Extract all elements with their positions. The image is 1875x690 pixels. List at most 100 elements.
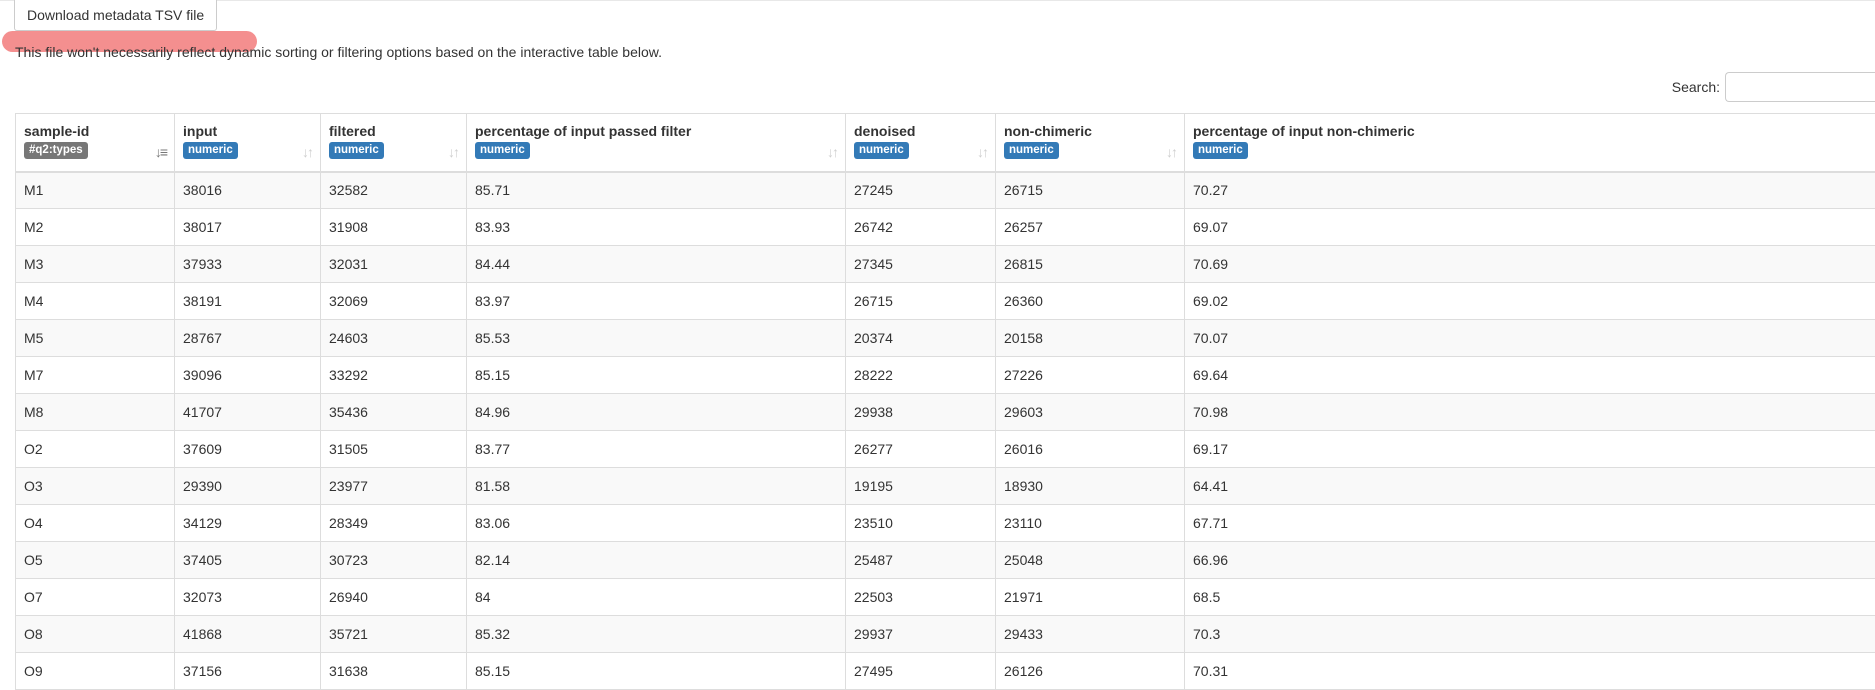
table-cell: 23977: [321, 468, 467, 505]
table-cell: 29938: [846, 394, 996, 431]
sort-both-icon[interactable]: ↓↑: [1166, 144, 1176, 160]
column-header-denoised[interactable]: denoisednumeric↓↑: [846, 114, 996, 172]
table-cell: O7: [16, 579, 175, 616]
table-cell: 19195: [846, 468, 996, 505]
table-cell: 83.93: [467, 209, 846, 246]
table-cell: 85.15: [467, 653, 846, 690]
table-cell: 70.31: [1185, 653, 1875, 690]
column-type-badge: numeric: [1004, 142, 1059, 159]
table-cell: 38016: [175, 172, 321, 209]
table-row: O4341292834983.06235102311067.71: [16, 505, 1875, 542]
column-header-filtered[interactable]: filtered numeric ↓↑: [321, 114, 467, 172]
table-row: M8417073543684.96299382960370.98: [16, 394, 1875, 431]
sort-both-icon[interactable]: ↓↑: [302, 144, 312, 160]
table-cell: O9: [16, 653, 175, 690]
table-cell: 26126: [996, 653, 1185, 690]
table-cell: 84.96: [467, 394, 846, 431]
table-cell: 29390: [175, 468, 321, 505]
column-header-percentage-of-input-passed-filter[interactable]: percentage of input passed filternumeric…: [467, 114, 846, 172]
table-cell: 26940: [321, 579, 467, 616]
column-type-badge: numeric: [329, 142, 384, 159]
table-cell: 70.69: [1185, 246, 1875, 283]
table-cell: 27226: [996, 357, 1185, 394]
table-cell: 26742: [846, 209, 996, 246]
table-cell: O2: [16, 431, 175, 468]
column-header-sample-id[interactable]: sample-id#q2:types↓≡: [16, 114, 175, 172]
table-row: O2376093150583.77262772601669.17: [16, 431, 1875, 468]
table-cell: 26815: [996, 246, 1185, 283]
table-cell: 81.58: [467, 468, 846, 505]
table-cell: 70.27: [1185, 172, 1875, 209]
table-cell: 33292: [321, 357, 467, 394]
table-cell: 26715: [846, 283, 996, 320]
column-header-percentage-of-input-non-chimeric[interactable]: percentage of input non-chimericnumeric↓…: [1185, 114, 1875, 172]
table-cell: 85.53: [467, 320, 846, 357]
table-cell: 27495: [846, 653, 996, 690]
sort-amount-asc-icon[interactable]: ↓≡: [155, 144, 166, 160]
table-cell: 85.32: [467, 616, 846, 653]
sort-both-icon[interactable]: ↓↑: [977, 144, 987, 160]
table-cell: 68.5: [1185, 579, 1875, 616]
column-name: filtered: [329, 122, 436, 140]
table-row: M3379333203184.44273452681570.69: [16, 246, 1875, 283]
table-cell: 30723: [321, 542, 467, 579]
table-body: M1380163258285.71272452671570.27M2380173…: [16, 172, 1875, 690]
table-cell: 32031: [321, 246, 467, 283]
table-cell: 66.96: [1185, 542, 1875, 579]
table-cell: 26715: [996, 172, 1185, 209]
sort-both-icon[interactable]: ↓↑: [827, 144, 837, 160]
table-cell: O8: [16, 616, 175, 653]
table-cell: 25048: [996, 542, 1185, 579]
table-cell: 26016: [996, 431, 1185, 468]
table-row: O8418683572185.32299372943370.3: [16, 616, 1875, 653]
table-row: M2380173190883.93267422625769.07: [16, 209, 1875, 246]
table-cell: 34129: [175, 505, 321, 542]
column-name: percentage of input non-chimeric: [1193, 122, 1875, 140]
download-metadata-button[interactable]: Download metadata TSV file: [14, 0, 217, 31]
column-header-non-chimeric[interactable]: non-chimeric numeric ↓↑: [996, 114, 1185, 172]
column-name: non-chimeric: [1004, 122, 1154, 140]
table-cell: 31908: [321, 209, 467, 246]
table-cell: 37405: [175, 542, 321, 579]
table-cell: M1: [16, 172, 175, 209]
table-cell: 84.44: [467, 246, 846, 283]
table-cell: M8: [16, 394, 175, 431]
table-cell: 22503: [846, 579, 996, 616]
search-input[interactable]: [1725, 72, 1875, 102]
table-cell: 41707: [175, 394, 321, 431]
column-header-input[interactable]: inputnumeric↓↑: [175, 114, 321, 172]
table-cell: 83.77: [467, 431, 846, 468]
table-cell: 32582: [321, 172, 467, 209]
table-cell: O3: [16, 468, 175, 505]
table-cell: 32069: [321, 283, 467, 320]
column-name: denoised: [854, 122, 965, 140]
table-cell: 69.64: [1185, 357, 1875, 394]
table-row: O9371563163885.15274952612670.31: [16, 653, 1875, 690]
search-label: Search:: [1672, 79, 1720, 95]
table-row: M1380163258285.71272452671570.27: [16, 172, 1875, 209]
column-type-badge: numeric: [475, 142, 530, 159]
table-header-row: sample-id#q2:types↓≡inputnumeric↓↑filter…: [16, 114, 1875, 172]
table-cell: 32073: [175, 579, 321, 616]
top-divider: [0, 0, 1875, 1]
table-row: M4381913206983.97267152636069.02: [16, 283, 1875, 320]
table-cell: 28767: [175, 320, 321, 357]
table-cell: O5: [16, 542, 175, 579]
column-type-badge: numeric: [1193, 142, 1248, 159]
sort-both-icon[interactable]: ↓↑: [448, 144, 458, 160]
column-type-badge: #q2:types: [24, 142, 88, 159]
table-row: O5374053072382.14254872504866.96: [16, 542, 1875, 579]
table-cell: 31638: [321, 653, 467, 690]
table-cell: 70.3: [1185, 616, 1875, 653]
table-cell: 37933: [175, 246, 321, 283]
table-cell: 29603: [996, 394, 1185, 431]
table-cell: 20158: [996, 320, 1185, 357]
table-cell: 21971: [996, 579, 1185, 616]
table-row: O7320732694084225032197168.5: [16, 579, 1875, 616]
table-cell: 69.02: [1185, 283, 1875, 320]
metadata-table: sample-id#q2:types↓≡inputnumeric↓↑filter…: [15, 113, 1875, 690]
table-cell: M5: [16, 320, 175, 357]
table-cell: 41868: [175, 616, 321, 653]
table-cell: M7: [16, 357, 175, 394]
table-cell: 35721: [321, 616, 467, 653]
